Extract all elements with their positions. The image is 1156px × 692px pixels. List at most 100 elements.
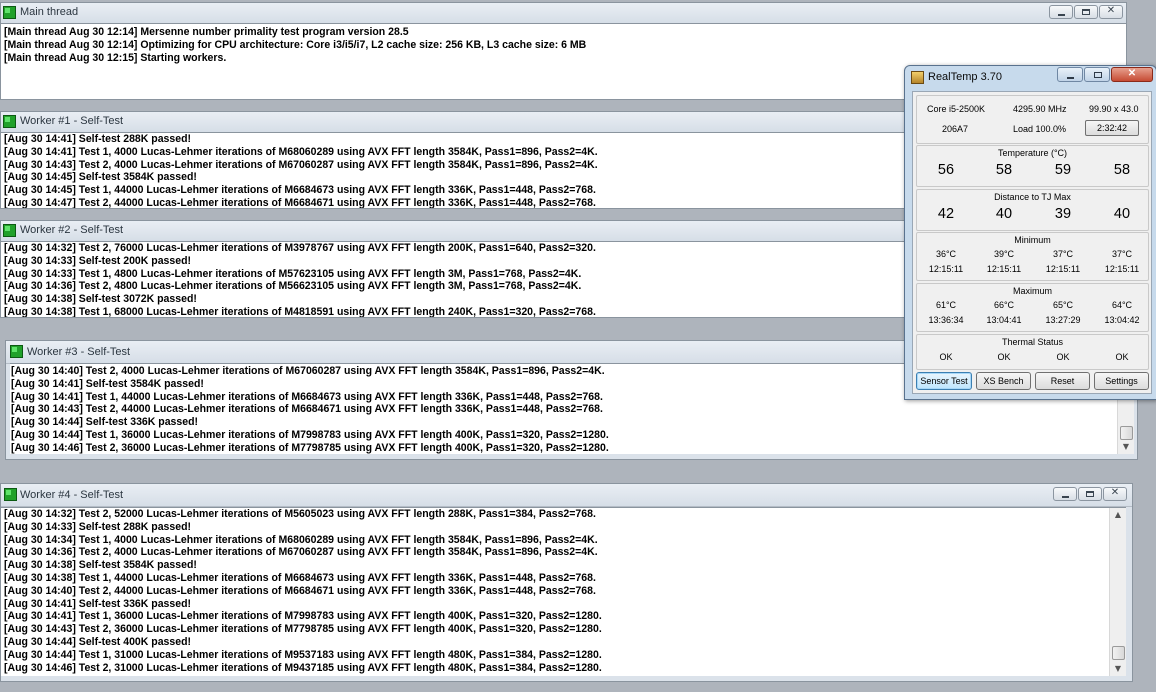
log-line: [Aug 30 14:44] Test 1, 31000 Lucas-Lehme… <box>4 648 602 661</box>
maximize-icon[interactable] <box>1084 67 1110 82</box>
core-1-maximum: 66°C <box>993 300 1015 310</box>
worker-3-title: Worker #3 - Self-Test <box>27 346 131 358</box>
core-2-distance: 39 <box>1054 206 1072 222</box>
log-line: [Aug 30 14:32] Test 2, 76000 Lucas-Lehme… <box>4 242 596 254</box>
log-line: [Aug 30 14:46] Test 2, 31000 Lucas-Lehme… <box>4 661 602 674</box>
distance-label: Distance to TJ Max <box>994 192 1071 202</box>
worker-2-log[interactable]: [Aug 30 14:32] Test 2, 76000 Lucas-Lehme… <box>1 241 909 317</box>
maximum-group: Maximum 61°C 66°C 65°C 64°C 13:36:34 13:… <box>916 283 1149 332</box>
worker-1-titlebar[interactable]: Worker #1 - Self-Test <box>1 112 909 133</box>
worker-2-titlebar[interactable]: Worker #2 - Self-Test <box>1 221 909 242</box>
core-3-distance: 40 <box>1113 206 1131 222</box>
minimum-group: Minimum 36°C 39°C 37°C 37°C 12:15:11 12:… <box>916 232 1149 281</box>
close-icon[interactable] <box>1111 67 1153 82</box>
log-line: [Aug 30 14:43] Test 2, 44000 Lucas-Lehme… <box>11 403 603 416</box>
log-line: [Aug 30 14:46] Test 2, 36000 Lucas-Lehme… <box>11 441 609 454</box>
core-1-maximum-time: 13:04:41 <box>986 315 1022 325</box>
core-2-minimum-time: 12:15:11 <box>1045 264 1081 274</box>
scroll-up-arrow-icon[interactable]: ▲ <box>1110 508 1126 522</box>
worker-4-window: Worker #4 - Self-Test [Aug 30 14:32] Tes… <box>0 483 1133 682</box>
log-line: [Main thread Aug 30 12:14] Optimizing fo… <box>4 38 587 51</box>
cpu-id: 206A7 <box>942 124 969 134</box>
temperature-group: Temperature (°C) 56 58 59 58 <box>916 145 1149 187</box>
xs-bench-button[interactable]: XS Bench <box>976 372 1031 390</box>
worker-4-titlebar[interactable]: Worker #4 - Self-Test <box>1 484 1132 507</box>
log-line: [Aug 30 14:33] Test 1, 4800 Lucas-Lehmer… <box>4 267 582 280</box>
maximize-icon[interactable] <box>1074 5 1098 19</box>
maximize-icon[interactable] <box>1078 487 1102 501</box>
scroll-down-arrow-icon[interactable]: ▼ <box>1110 662 1126 676</box>
core-3-minimum: 37°C <box>1111 249 1133 259</box>
prime95-app-icon <box>3 115 16 128</box>
temperature-label: Temperature (°C) <box>997 148 1068 158</box>
log-line: [Aug 30 14:40] Test 2, 44000 Lucas-Lehme… <box>4 584 596 597</box>
cpu-load: Load 100.0% <box>1013 124 1067 134</box>
log-line: [Aug 30 14:45] Self-test 3584K passed! <box>4 171 197 184</box>
core-1-distance: 40 <box>995 206 1013 222</box>
worker-4-title: Worker #4 - Self-Test <box>20 489 124 501</box>
scroll-thumb[interactable] <box>1112 646 1125 660</box>
main-thread-titlebar[interactable]: Main thread <box>1 3 1126 24</box>
scroll-down-arrow-icon[interactable]: ▼ <box>1118 440 1134 454</box>
cpu-model: Core i5-2500K <box>927 104 986 114</box>
minimize-icon[interactable] <box>1057 67 1083 82</box>
log-line: [Aug 30 14:41] Test 1, 4000 Lucas-Lehmer… <box>4 145 598 158</box>
core-2-thermal-status: OK <box>1056 352 1070 362</box>
core-1-minimum-time: 12:15:11 <box>986 264 1022 274</box>
core-1-thermal-status: OK <box>997 352 1011 362</box>
log-line: [Aug 30 14:44] Self-test 400K passed! <box>4 635 192 648</box>
close-icon[interactable] <box>1103 487 1127 501</box>
core-1-minimum: 39°C <box>993 249 1015 259</box>
cpu-info-group: Core i5-2500K 4295.90 MHz 99.90 x 43.0 2… <box>916 95 1149 144</box>
maximum-label: Maximum <box>1012 286 1052 296</box>
worker-1-window: Worker #1 - Self-Test [Aug 30 14:41] Sel… <box>0 111 910 209</box>
log-line: [Aug 30 14:47] Test 2, 44000 Lucas-Lehme… <box>4 196 596 208</box>
minimize-icon[interactable] <box>1049 5 1073 19</box>
log-line: [Aug 30 14:41] Self-test 288K passed! <box>4 133 192 145</box>
log-line: [Aug 30 14:36] Test 2, 4800 Lucas-Lehmer… <box>4 280 582 293</box>
log-line: [Main thread Aug 30 12:14] Mersenne numb… <box>4 26 409 38</box>
core-3-temperature: 58 <box>1113 162 1131 178</box>
core-0-minimum-time: 12:15:11 <box>928 264 964 274</box>
core-0-maximum-time: 13:36:34 <box>928 315 964 325</box>
log-line: [Aug 30 14:45] Test 1, 44000 Lucas-Lehme… <box>4 184 596 197</box>
realtemp-window: RealTemp 3.70 Core i5-2500K 4295.90 MHz … <box>904 65 1156 400</box>
core-2-maximum-time: 13:27:29 <box>1045 315 1081 325</box>
core-2-maximum: 65°C <box>1052 300 1074 310</box>
sensor-test-button[interactable]: Sensor Test <box>916 372 972 390</box>
log-line: [Aug 30 14:44] Self-test 336K passed! <box>11 416 199 429</box>
thermal-status-label: Thermal Status <box>1001 337 1064 347</box>
log-line: [Aug 30 14:44] Test 1, 36000 Lucas-Lehme… <box>11 428 609 441</box>
distance-to-tjmax-group: Distance to TJ Max 42 40 39 40 <box>916 189 1149 231</box>
minimize-icon[interactable] <box>1053 487 1077 501</box>
log-line: [Aug 30 14:38] Test 1, 68000 Lucas-Lehme… <box>4 305 596 317</box>
core-3-minimum-time: 12:15:11 <box>1104 264 1140 274</box>
worker-1-log[interactable]: [Aug 30 14:41] Self-test 288K passed! [A… <box>1 132 909 208</box>
core-0-temperature: 56 <box>937 162 955 178</box>
log-line: [Aug 30 14:43] Test 2, 4000 Lucas-Lehmer… <box>4 158 598 171</box>
log-line: [Aug 30 14:43] Test 2, 36000 Lucas-Lehme… <box>4 623 602 636</box>
core-2-temperature: 59 <box>1054 162 1072 178</box>
core-2-minimum: 37°C <box>1052 249 1074 259</box>
minimum-label: Minimum <box>1014 235 1051 245</box>
log-line: [Aug 30 14:32] Test 2, 52000 Lucas-Lehme… <box>4 508 596 520</box>
realtemp-title: RealTemp 3.70 <box>928 71 1002 83</box>
core-3-maximum: 64°C <box>1111 300 1133 310</box>
core-0-thermal-status: OK <box>939 352 953 362</box>
reset-button[interactable]: Reset <box>1035 372 1090 390</box>
main-thread-title: Main thread <box>20 6 79 18</box>
log-line: [Aug 30 14:36] Test 2, 4000 Lucas-Lehmer… <box>4 546 598 559</box>
log-line: [Aug 30 14:34] Test 1, 4000 Lucas-Lehmer… <box>4 533 598 546</box>
timer-button[interactable]: 2:32:42 <box>1085 120 1139 136</box>
worker-4-scrollbar[interactable]: ▲ ▼ <box>1109 508 1126 676</box>
log-line: [Aug 30 14:41] Test 1, 36000 Lucas-Lehme… <box>4 610 602 623</box>
prime95-app-icon <box>3 6 16 19</box>
scroll-thumb[interactable] <box>1120 426 1133 440</box>
settings-button[interactable]: Settings <box>1094 372 1149 390</box>
thermal-status-group: Thermal Status OK OK OK OK <box>916 334 1149 370</box>
log-line: [Aug 30 14:38] Self-test 3072K passed! <box>4 293 197 306</box>
worker-4-log[interactable]: [Aug 30 14:32] Test 2, 52000 Lucas-Lehme… <box>1 507 1126 676</box>
worker-1-title: Worker #1 - Self-Test <box>20 115 124 127</box>
cpu-frequency: 4295.90 MHz <box>1013 104 1067 114</box>
close-icon[interactable] <box>1099 5 1123 19</box>
